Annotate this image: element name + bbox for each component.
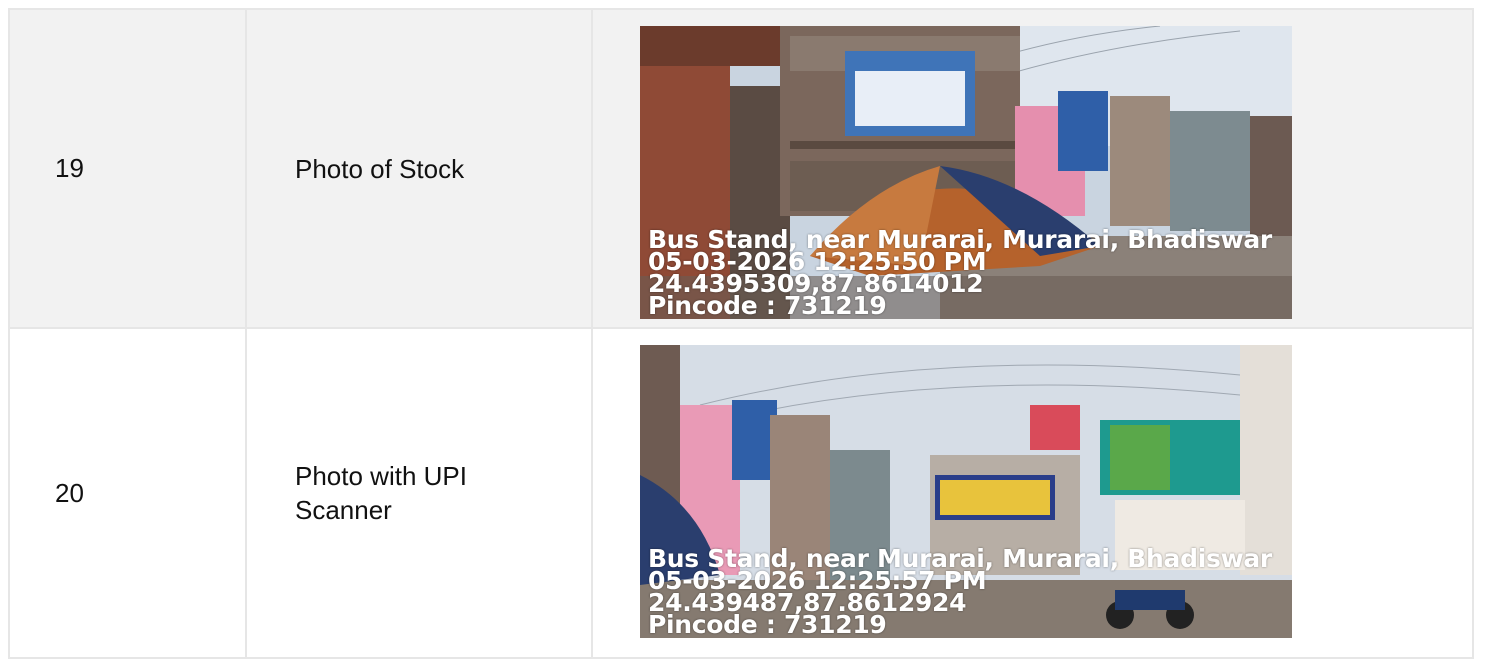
geotag-pincode: Pincode : 731219	[648, 291, 887, 319]
upi-scanner-photo[interactable]: Bus Stand, near Murarai, Murarai, Bhadis…	[640, 345, 1292, 638]
row-number: 20	[8, 327, 247, 659]
geotag-pincode: Pincode : 731219	[648, 610, 887, 638]
row-label-text: Photo of Stock	[295, 153, 465, 184]
row-number-text: 20	[55, 477, 84, 508]
table-row: 19 Photo of Stock Bus Stand, near Murara…	[8, 8, 1474, 329]
geotag-overlay: Bus Stand, near Murarai, Murarai, Bhadis…	[648, 546, 1272, 638]
stock-photo[interactable]: Bus Stand, near Murarai, Murarai, Bhadis…	[640, 26, 1292, 319]
row-number-text: 19	[55, 153, 84, 183]
row-label-line2: Scanner	[295, 495, 392, 525]
photo-cell: Bus Stand, near Murarai, Murarai, Bhadis…	[591, 8, 1474, 329]
row-label-line1: Photo with UPI	[295, 461, 467, 491]
photo-cell: Bus Stand, near Murarai, Murarai, Bhadis…	[591, 327, 1474, 659]
row-label: Photo of Stock	[245, 8, 593, 329]
row-number: 19	[8, 8, 247, 329]
data-table: 19 Photo of Stock Bus Stand, near Murara…	[8, 8, 1474, 659]
table-row: 20 Photo with UPI Scanner Bus Stand, nea…	[8, 327, 1474, 659]
row-label: Photo with UPI Scanner	[245, 327, 593, 659]
geotag-overlay: Bus Stand, near Murarai, Murarai, Bhadis…	[648, 227, 1272, 319]
